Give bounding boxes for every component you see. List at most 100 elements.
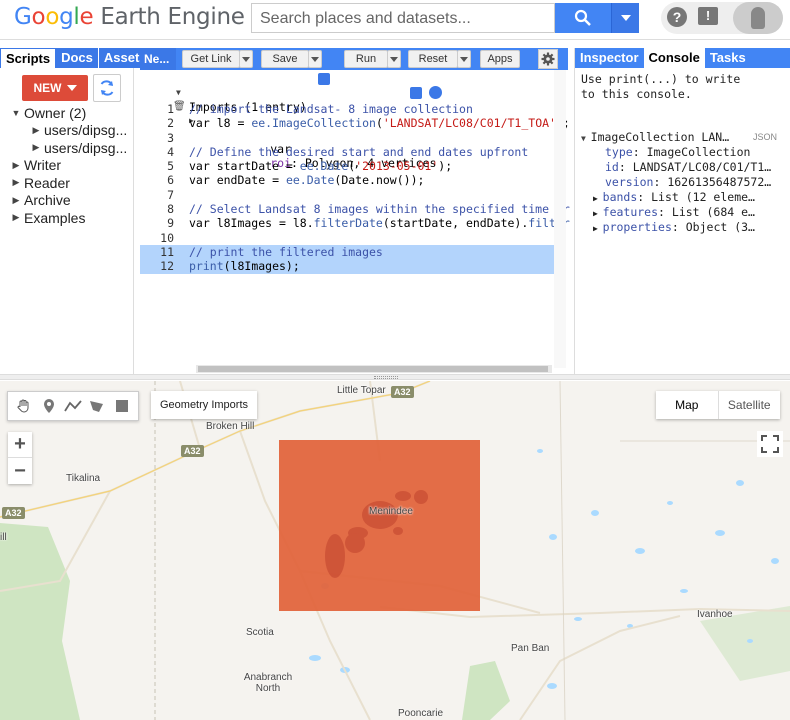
script-tree-item[interactable]: ▶ users/dipsg... [0,139,134,157]
search-input[interactable]: Search places and datasets... [251,3,555,33]
place-label: Ivanhoe [697,609,733,620]
code-line[interactable]: 8 // Select Landsat 8 images within the s… [140,202,570,216]
code-line[interactable]: 2 var l8 = ee.ImageCollection('LANDSAT/LC… [140,116,570,131]
chevron-down-icon [66,85,77,91]
run-button[interactable]: Run [344,50,388,68]
import-entry-roi[interactable]: 🗑 ▶ var roi: Polygon, 4 vertices [140,86,554,170]
pan-hand-tool[interactable] [13,395,35,417]
code-editor: Ne... Get Link Save Run Reset Apps ▼ Imp… [140,48,570,374]
zoom-in-button[interactable]: + [8,432,32,458]
earth-engine-logo[interactable]: Google Earth Engine [14,4,245,30]
code-text: // print the filtered images [189,245,383,259]
json-toggle[interactable]: JSON [753,130,777,145]
code-line[interactable]: 3 [140,131,554,145]
script-tree-item[interactable]: ▶ Writer [0,157,134,175]
code-line[interactable]: 6 var endDate = ee.Date(Date.now()); [140,173,554,187]
search-dropdown-button[interactable] [611,3,639,33]
tab-scripts[interactable]: Scripts [0,48,57,68]
console-result-row[interactable]: ▶ bands: List (12 eleme… [581,190,787,205]
draw-polygon-tool[interactable] [86,395,108,417]
code-line[interactable]: 5 var startDate = ee.Date('2013-05-01'); [140,159,554,173]
script-tree: ▼ Owner (2) ▶ users/dipsg... ▶ users/dipsg...… [0,104,134,227]
console-result-row[interactable]: ▶ features: List (684 e… [581,205,787,220]
script-tree-item[interactable]: ▶ users/dipsg... [0,122,134,140]
code-line[interactable]: 10 [140,231,554,245]
editor-settings-button[interactable] [538,49,558,69]
editor-file-tab[interactable]: Ne... [140,48,176,70]
place-label: Pooncarie [398,708,444,719]
gear-icon [541,52,555,66]
script-tree-item[interactable]: ▶ Reader [0,174,134,192]
chevron-down-icon [620,15,631,21]
help-icon[interactable]: ? [667,7,687,27]
locate-geometry-icon[interactable] [429,86,442,99]
tab-tasks[interactable]: Tasks [705,48,751,68]
edit-geometry-icon[interactable] [410,87,422,99]
code-token: // import the Landsat- 8 image collectio… [189,102,473,116]
script-tree-label: Owner (2) [24,104,87,121]
console-separator: : [658,205,672,219]
apps-button[interactable]: Apps [480,50,520,68]
save-button[interactable]: Save [261,50,309,68]
reset-dropdown[interactable] [457,50,471,68]
draw-line-tool[interactable] [62,395,84,417]
draw-rectangle-tool[interactable] [111,395,133,417]
feedback-icon[interactable]: ! [698,7,718,25]
code-line[interactable]: 4 // Define the desired start and end dat… [140,145,554,159]
chevron-right-icon: ▶ [593,224,603,233]
code-line[interactable]: 9 var l8Images = l8.filterDate(startDate,… [140,216,570,230]
get-link-dropdown[interactable] [239,50,253,68]
code-text: var l8Images = l8.filterDate(startDate, … [189,216,570,230]
imports-header[interactable]: ▼ Imports (1 entry) [140,72,554,114]
editor-vertical-scrollbar[interactable] [554,70,566,368]
geometry-imports-button[interactable]: Geometry Imports [151,391,257,419]
console-value: ImageCollection [646,145,751,159]
logo-letter: o [45,4,60,30]
get-link-button[interactable]: Get Link [182,50,240,68]
editor-horizontal-scrollbar[interactable] [196,365,552,373]
run-dropdown[interactable] [387,50,401,68]
tab-docs[interactable]: Docs [56,48,99,68]
splitter-grip[interactable] [374,376,398,379]
map-type-satellite[interactable]: Satellite [717,391,781,419]
zoom-out-button[interactable]: − [8,458,32,484]
save-dropdown[interactable] [308,50,322,68]
script-tree-label: users/dipsg... [44,122,128,139]
chevron-down-icon [242,56,250,62]
code-token: ee.ImageCollection [251,116,376,131]
code-line[interactable]: 12 print(l8Images); [140,259,554,274]
code-line[interactable]: 7 [140,188,554,202]
refresh-button[interactable] [93,74,121,102]
chevron-right-icon: ▶ [12,212,20,223]
avatar[interactable] [733,2,783,34]
fullscreen-button[interactable] [757,431,783,457]
script-tree-item[interactable]: ▶ Examples [0,209,134,227]
map-type-map[interactable]: Map [656,391,718,419]
reset-button[interactable]: Reset [408,50,458,68]
console-key: bands [602,190,638,204]
scrollbar-thumb[interactable] [198,366,548,372]
search-button[interactable] [555,3,611,33]
console-key: features [602,205,659,219]
script-tree-item[interactable]: ▶ Archive [0,192,134,210]
console-separator: : [618,160,633,174]
line-number: 5 [167,159,174,174]
road-shield: A32 [181,445,204,457]
console-result-header[interactable]: ▼ ImageCollection LAN… JSON [581,130,787,145]
new-button[interactable]: NEW [22,75,88,101]
add-marker-tool[interactable] [38,395,60,417]
code-token: var endDate = [189,173,286,188]
code-token: 'LANDSAT/LC08/C01/T1_TOA' [382,116,556,131]
map-view[interactable]: Little Topar A32 Broken Hill A32 Tikalin… [0,381,790,720]
show-generated-code-icon[interactable] [318,73,330,85]
script-tree-item[interactable]: ▼ Owner (2) [0,104,134,122]
code-area[interactable]: ▼ Imports (1 entry) 🗑 ▶ var roi: Polygon… [140,72,570,274]
tab-inspector[interactable]: Inspector [575,48,644,68]
code-token: (startDate, endDate). [382,216,529,231]
console-result-row[interactable]: ▶ properties: Object (3… [581,220,787,235]
panel-splitter[interactable] [0,374,790,380]
code-line[interactable]: 11 // print the filtered images [140,244,554,260]
new-button-label: NEW [33,81,62,95]
code-line[interactable]: 1 // import the Landsat- 8 image collecti… [140,102,554,116]
tab-console[interactable]: Console [643,48,705,68]
